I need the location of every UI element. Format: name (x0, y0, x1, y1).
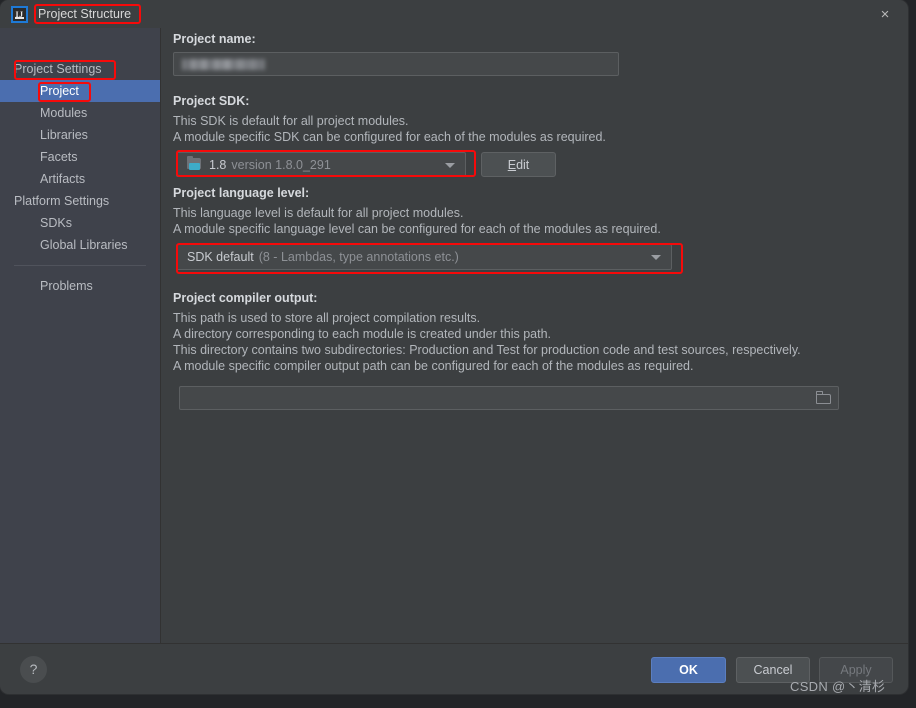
sidebar-item-sdks[interactable]: SDKs (0, 212, 160, 234)
sdk-edit-button-mnemonic: E (507, 157, 517, 172)
dialog-footer: ? OK Cancel Apply (0, 643, 908, 694)
help-button[interactable]: ? (20, 656, 47, 683)
sdk-folder-icon (187, 156, 202, 171)
project-name-redacted-value (182, 59, 265, 70)
language-level-desc-line-2: A module specific language level can be … (173, 222, 661, 236)
language-level-name: SDK default (187, 250, 254, 264)
sidebar-item-facets[interactable]: Facets (0, 146, 160, 168)
language-level-desc-line-1: This language level is default for all p… (173, 206, 464, 220)
csdn-watermark: CSDN @丶清杉 (790, 679, 886, 694)
close-icon[interactable]: × (876, 6, 894, 24)
logo-underbar (15, 17, 24, 19)
window-title: Project Structure (38, 7, 132, 21)
sidebar-item-modules[interactable]: Modules (0, 102, 160, 124)
sdk-edit-button-label: dit (516, 157, 530, 172)
project-sdk-desc-line-2: A module specific SDK can be configured … (173, 130, 606, 144)
project-sdk-label: Project SDK: (173, 94, 250, 108)
browse-folder-icon[interactable] (816, 391, 832, 405)
sidebar-item-libraries[interactable]: Libraries (0, 124, 160, 146)
project-settings-panel: Project name: Project SDK: This SDK is d… (161, 28, 908, 643)
project-sdk-desc-line-1: This SDK is default for all project modu… (173, 114, 409, 128)
sidebar-divider (14, 265, 146, 266)
language-level-label: Project language level: (173, 186, 310, 200)
ok-button[interactable]: OK (651, 657, 726, 683)
intellij-logo-icon: IJ (11, 6, 28, 23)
compiler-output-label: Project compiler output: (173, 291, 318, 305)
project-name-input[interactable] (173, 52, 619, 76)
title-bar: IJ Project Structure × (0, 0, 908, 28)
compiler-output-input[interactable] (179, 386, 839, 410)
project-structure-dialog: IJ Project Structure × ← → Project Setti… (0, 0, 908, 694)
compiler-output-desc-line-2: A directory corresponding to each module… (173, 327, 551, 341)
settings-sidebar: Project Settings Project Modules Librari… (0, 28, 161, 643)
compiler-output-desc-line-1: This path is used to store all project c… (173, 311, 481, 325)
sidebar-item-global-libraries[interactable]: Global Libraries (0, 234, 160, 256)
sidebar-item-artifacts[interactable]: Artifacts (0, 168, 160, 190)
compiler-output-desc-line-4: A module specific compiler output path c… (173, 359, 694, 373)
project-sdk-name: 1.8 (209, 157, 227, 172)
language-level-detail: (8 - Lambdas, type annotations etc.) (258, 250, 459, 264)
language-level-dropdown[interactable]: SDK default (8 - Lambdas, type annotatio… (176, 244, 672, 270)
sidebar-item-project-settings[interactable]: Project Settings (0, 58, 160, 80)
sidebar-item-problems[interactable]: Problems (0, 275, 160, 297)
project-sdk-version: version 1.8.0_291 (231, 157, 331, 172)
screen: IJ Project Structure × ← → Project Setti… (0, 0, 916, 708)
project-sdk-dropdown[interactable]: 1.8 version 1.8.0_291 (176, 152, 466, 177)
sidebar-list: Project Settings Project Modules Librari… (0, 58, 160, 297)
sdk-edit-button[interactable]: Edit (481, 152, 556, 177)
chevron-down-icon (651, 255, 661, 260)
compiler-output-desc-line-3: This directory contains two subdirectori… (173, 343, 801, 357)
project-name-label: Project name: (173, 32, 256, 46)
sidebar-item-project[interactable]: Project (0, 80, 160, 102)
sidebar-item-platform-settings[interactable]: Platform Settings (0, 190, 160, 212)
chevron-down-icon (445, 162, 455, 168)
